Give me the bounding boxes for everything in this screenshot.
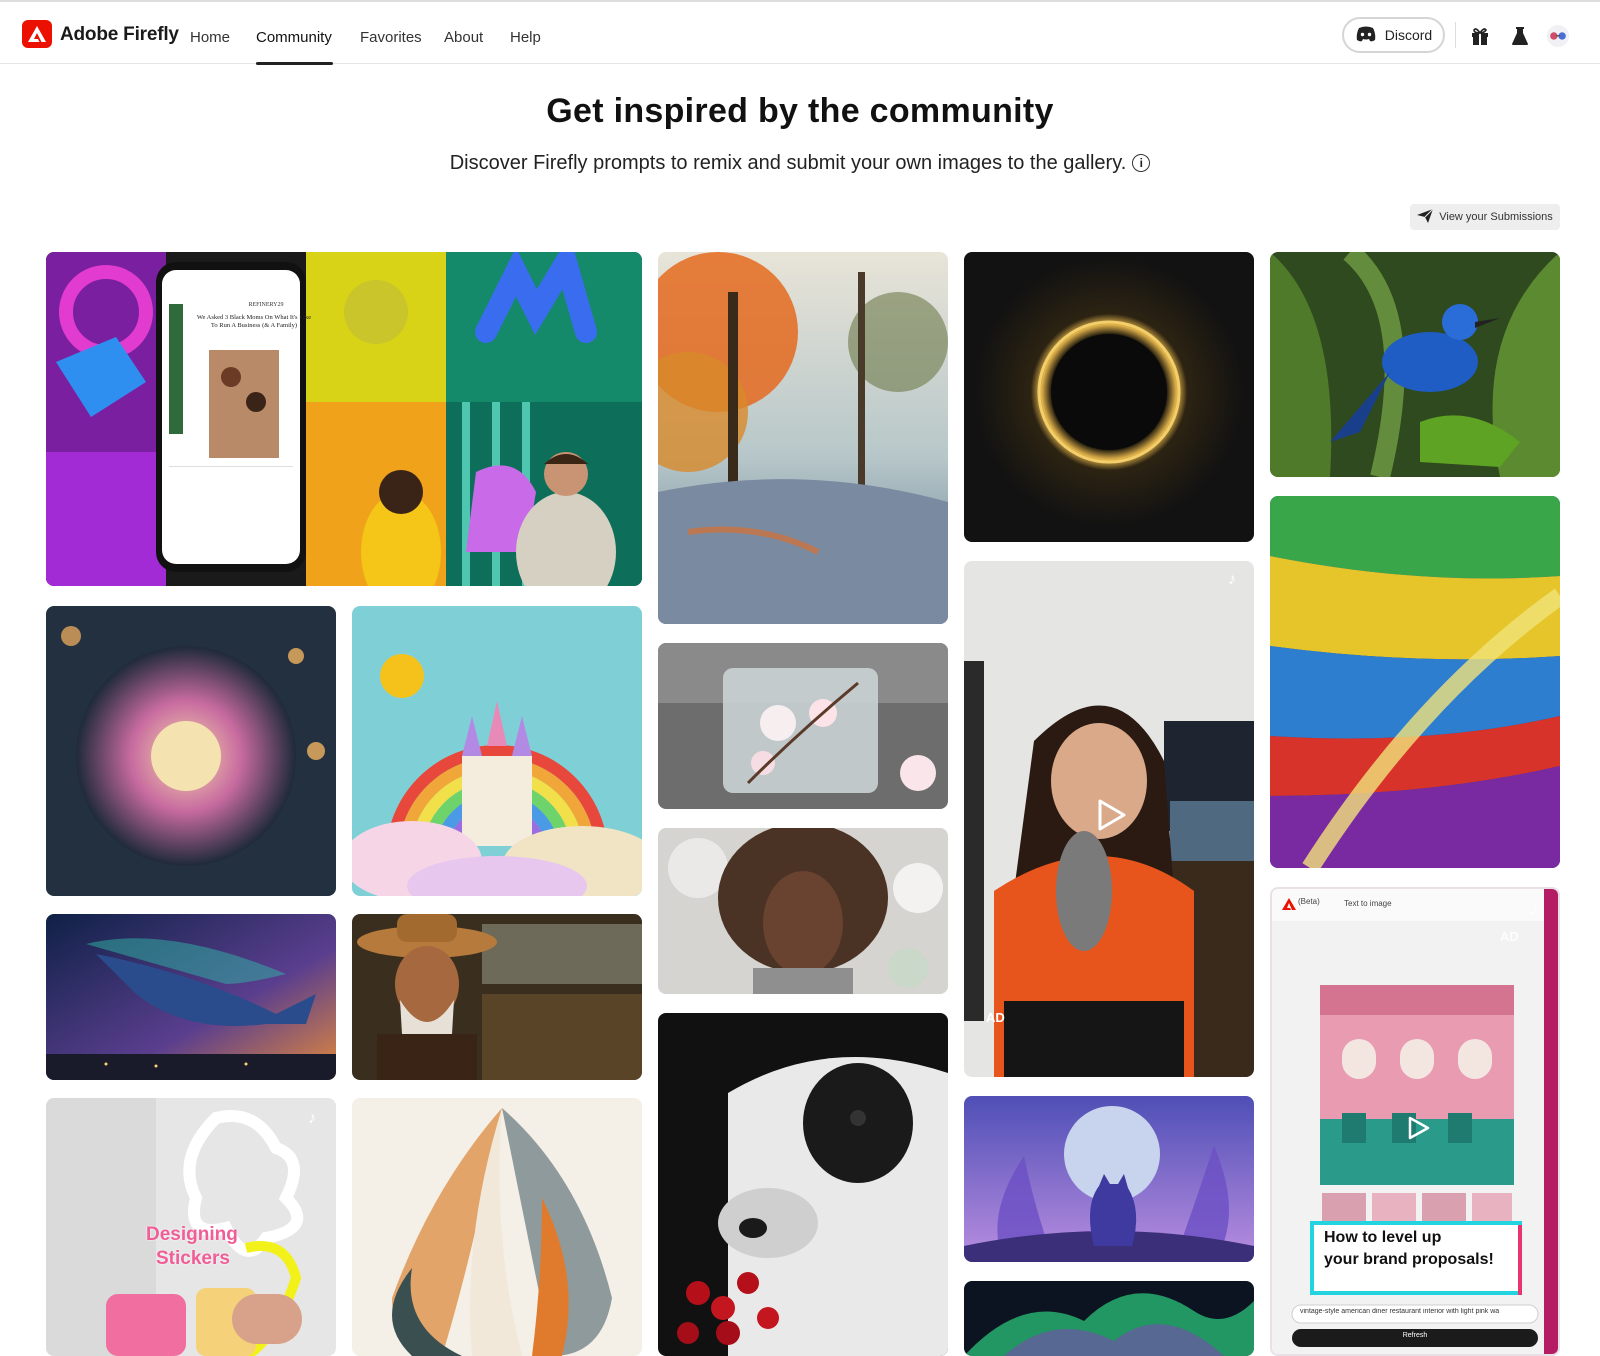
page-subtitle: Discover Firefly prompts to remix and su… bbox=[0, 152, 1600, 175]
adobe-logo-icon bbox=[1282, 897, 1296, 910]
gallery-tile-blue-bird[interactable] bbox=[1270, 252, 1560, 477]
header-divider bbox=[1455, 22, 1456, 48]
play-icon[interactable] bbox=[1404, 1115, 1430, 1141]
gallery-tile-panda[interactable] bbox=[658, 1013, 948, 1356]
gallery-tile-crystal-flower[interactable] bbox=[46, 606, 336, 896]
gallery-tile-cowboy-portrait[interactable] bbox=[352, 914, 642, 1080]
sticker-ad-line1: Designing bbox=[146, 1224, 238, 1245]
gallery-tile-woman-portrait[interactable] bbox=[658, 828, 948, 994]
nav-community[interactable]: Community bbox=[256, 29, 332, 46]
beaker-icon[interactable] bbox=[1508, 24, 1532, 48]
gallery-tile-ice-blossom[interactable] bbox=[658, 643, 948, 809]
discord-icon bbox=[1355, 26, 1377, 45]
page-title: Get inspired by the community bbox=[546, 92, 1054, 130]
gallery-tile-stickers-ad[interactable]: Designing Stickers ♪ bbox=[46, 1098, 336, 1356]
send-icon bbox=[1417, 208, 1434, 226]
phone-ad-header: Text to image bbox=[1344, 899, 1392, 908]
app-name[interactable]: Adobe Firefly bbox=[60, 24, 179, 46]
ad-label: AD bbox=[986, 1010, 1005, 1025]
nav-favorites[interactable]: Favorites bbox=[360, 29, 422, 46]
gallery-tile-paint-strokes[interactable] bbox=[1270, 496, 1560, 868]
adobe-logo-icon[interactable] bbox=[22, 20, 52, 48]
ad-label-2: AD bbox=[1500, 929, 1519, 944]
discord-button[interactable]: Discord bbox=[1342, 17, 1445, 53]
phone-ad-caption-2: your brand proposals! bbox=[1324, 1251, 1494, 1268]
gallery-tile-space-whale[interactable] bbox=[46, 914, 336, 1080]
nav-home[interactable]: Home bbox=[190, 29, 230, 46]
gift-icon[interactable] bbox=[1468, 24, 1492, 48]
gallery-tile-aurora[interactable] bbox=[964, 1281, 1254, 1356]
phone-ad-beta: (Beta) bbox=[1298, 897, 1320, 906]
tiktok-icon: ♪ bbox=[1228, 571, 1236, 588]
info-icon[interactable]: i bbox=[1132, 154, 1151, 172]
gallery-tile-phone-ad[interactable]: (Beta) Text to image AD How to level up … bbox=[1270, 887, 1560, 1356]
view-submissions-button[interactable]: View your Submissions bbox=[1410, 204, 1560, 230]
phone-ad-prompt: vintage-style american diner restaurant … bbox=[1300, 1308, 1500, 1315]
tiktok-icon: ♪ bbox=[1530, 901, 1538, 918]
feature-headline: We Asked 3 Black Moms On What It's Like … bbox=[196, 314, 312, 329]
phone-ad-caption-1: How to level up bbox=[1324, 1229, 1442, 1246]
play-icon[interactable] bbox=[1092, 797, 1128, 833]
sticker-ad-line2: Stickers bbox=[156, 1248, 230, 1269]
avatar-icon[interactable] bbox=[1546, 24, 1570, 48]
discord-label: Discord bbox=[1384, 27, 1433, 43]
nav-help[interactable]: Help bbox=[510, 29, 541, 46]
gallery-tile-video-ad[interactable]: AD ♪ bbox=[964, 561, 1254, 1077]
gallery-tile-rainbow-castle[interactable] bbox=[352, 606, 642, 896]
gallery-tile-cat-moon[interactable] bbox=[964, 1096, 1254, 1262]
gallery-tile-abstract-waves[interactable] bbox=[352, 1098, 642, 1356]
view-submissions-label: View your Submissions bbox=[1439, 211, 1553, 223]
active-tab-indicator bbox=[256, 62, 333, 65]
feature-brand: REFINERY29 bbox=[248, 302, 284, 308]
top-navigation-bar: Adobe Firefly Home Community Favorites A… bbox=[0, 0, 1600, 65]
gallery-tile-autumn-forest[interactable] bbox=[658, 252, 948, 624]
phone-ad-refresh: Refresh bbox=[1402, 1332, 1428, 1339]
gallery-tile-featured-video[interactable]: REFINERY29 We Asked 3 Black Moms On What… bbox=[46, 252, 642, 586]
gallery-tile-golden-ring[interactable] bbox=[964, 252, 1254, 542]
tiktok-icon: ♪ bbox=[308, 1110, 316, 1127]
page-subtitle-text: Discover Firefly prompts to remix and su… bbox=[449, 152, 1127, 174]
nav-about[interactable]: About bbox=[444, 29, 483, 46]
